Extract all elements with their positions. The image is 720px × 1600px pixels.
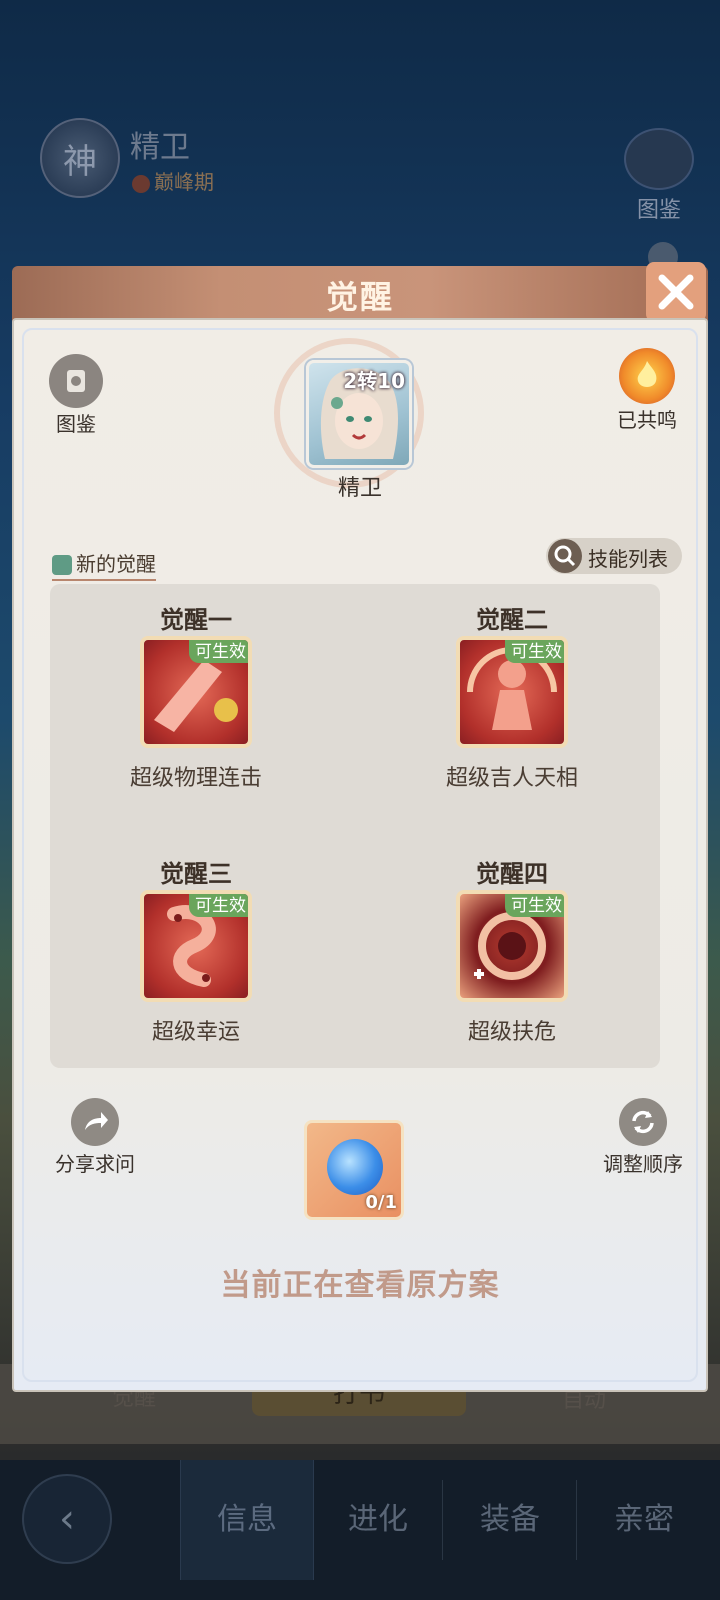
tab-equipment[interactable]: 装备 [444,1460,576,1580]
bg-atlas-button: 图鉴 [624,128,694,224]
skill-list-label: 技能列表 [588,547,668,571]
good-fortune-icon: 可生效 [456,636,568,748]
character-name: 精卫 [337,476,382,501]
awakening-name: 超级吉人天相 [445,766,578,791]
awakening-name: 超级扶危 [467,1020,556,1045]
new-awaken-link[interactable]: 新的觉醒 [52,548,156,581]
order-label: 调整顺序 [603,1152,683,1176]
refresh-icon [619,1098,667,1146]
share-ask-button[interactable]: 分享求问 [50,1098,140,1177]
hero-name: 精卫 [130,130,190,165]
atlas-book-icon [49,354,103,408]
tab-intimacy[interactable]: 亲密 [578,1460,710,1580]
physical-combo-icon: 可生效 [140,636,252,748]
flame-icon [619,348,675,404]
share-arrow-icon [71,1098,119,1146]
awakening-slot-2[interactable]: 觉醒二 可生效 超级吉人天相 [402,600,622,792]
bottom-nav: ‹ 信息 进化 装备 亲密 [0,1460,720,1600]
effective-tag: 可生效 [505,640,564,663]
book-icon [624,128,694,190]
modal-title: 觉醒 [325,278,394,316]
tab-evolve[interactable]: 进化 [312,1460,444,1580]
modal-header: 觉醒 [12,266,708,322]
awakening-slot-3[interactable]: 觉醒三 可生效 超级幸运 [86,854,306,1046]
viewing-status-text: 当前正在查看原方案 [220,1268,500,1303]
hero-stage-label: 巅峰期 [154,170,214,194]
atlas-label: 图鉴 [56,412,96,436]
awakening-title: 觉醒二 [476,606,548,634]
awakening-name: 超级物理连击 [129,766,262,791]
hero-header: 神 精卫 巅峰期 [40,118,340,198]
atlas-button[interactable]: 图鉴 [46,354,106,437]
new-awaken-label: 新的觉醒 [76,552,156,576]
divine-emblem: 神 [40,118,120,198]
awakening-name: 超级幸运 [151,1020,240,1045]
adjust-order-button[interactable]: 调整顺序 [598,1098,688,1177]
resonance-button[interactable]: 已共鸣 [612,348,682,433]
awakening-slot-1[interactable]: 觉醒一 可生效 超级物理连击 [86,600,306,792]
share-label: 分享求问 [55,1152,135,1176]
awakening-title: 觉醒一 [160,606,232,634]
effective-tag: 可生效 [189,640,248,663]
skill-list-button[interactable]: 技能列表 [546,538,682,574]
tab-info[interactable]: 信息 [180,1460,314,1580]
rebirth-level-badge: 2转10 [343,369,405,393]
effective-tag: 可生效 [189,894,248,917]
close-button[interactable] [646,262,706,322]
hero-stage: 巅峰期 [132,166,214,195]
awakening-grid: 觉醒一 可生效 超级物理连击 觉醒二 可生效 超级吉人天相 觉醒三 可生效 超级… [50,584,660,1068]
koi-fish-icon: 可生效 [140,890,252,1002]
search-icon [548,539,582,573]
awakening-title: 觉醒三 [160,860,232,888]
awaken-modal: 觉醒 图鉴 已共鸣 2转10 精卫 新的觉醒 技能列表 觉醒一 可生效 超级物理… [12,262,708,1392]
close-icon [658,274,694,310]
resonance-label: 已共鸣 [617,408,677,432]
character-portrait[interactable]: 2转10 [306,360,412,468]
bg-atlas-label: 图鉴 [636,198,681,223]
orb-icon [327,1139,383,1195]
back-arrow-icon[interactable]: ‹ [22,1474,112,1564]
awakening-slot-4[interactable]: 觉醒四 可生效 超级扶危 [402,854,622,1046]
modal-body: 图鉴 已共鸣 2转10 精卫 新的觉醒 技能列表 觉醒一 可生效 超级物理连击 … [12,318,708,1392]
nav-divider [576,1480,577,1560]
awaken-orb-item[interactable]: 0/1 [304,1120,404,1220]
orb-count: 0/1 [365,1192,397,1213]
aid-vortex-icon: 可生效 [456,890,568,1002]
stage-icon [132,174,150,193]
effective-tag: 可生效 [505,894,564,917]
awakening-title: 觉醒四 [476,860,548,888]
switch-icon [52,555,72,575]
